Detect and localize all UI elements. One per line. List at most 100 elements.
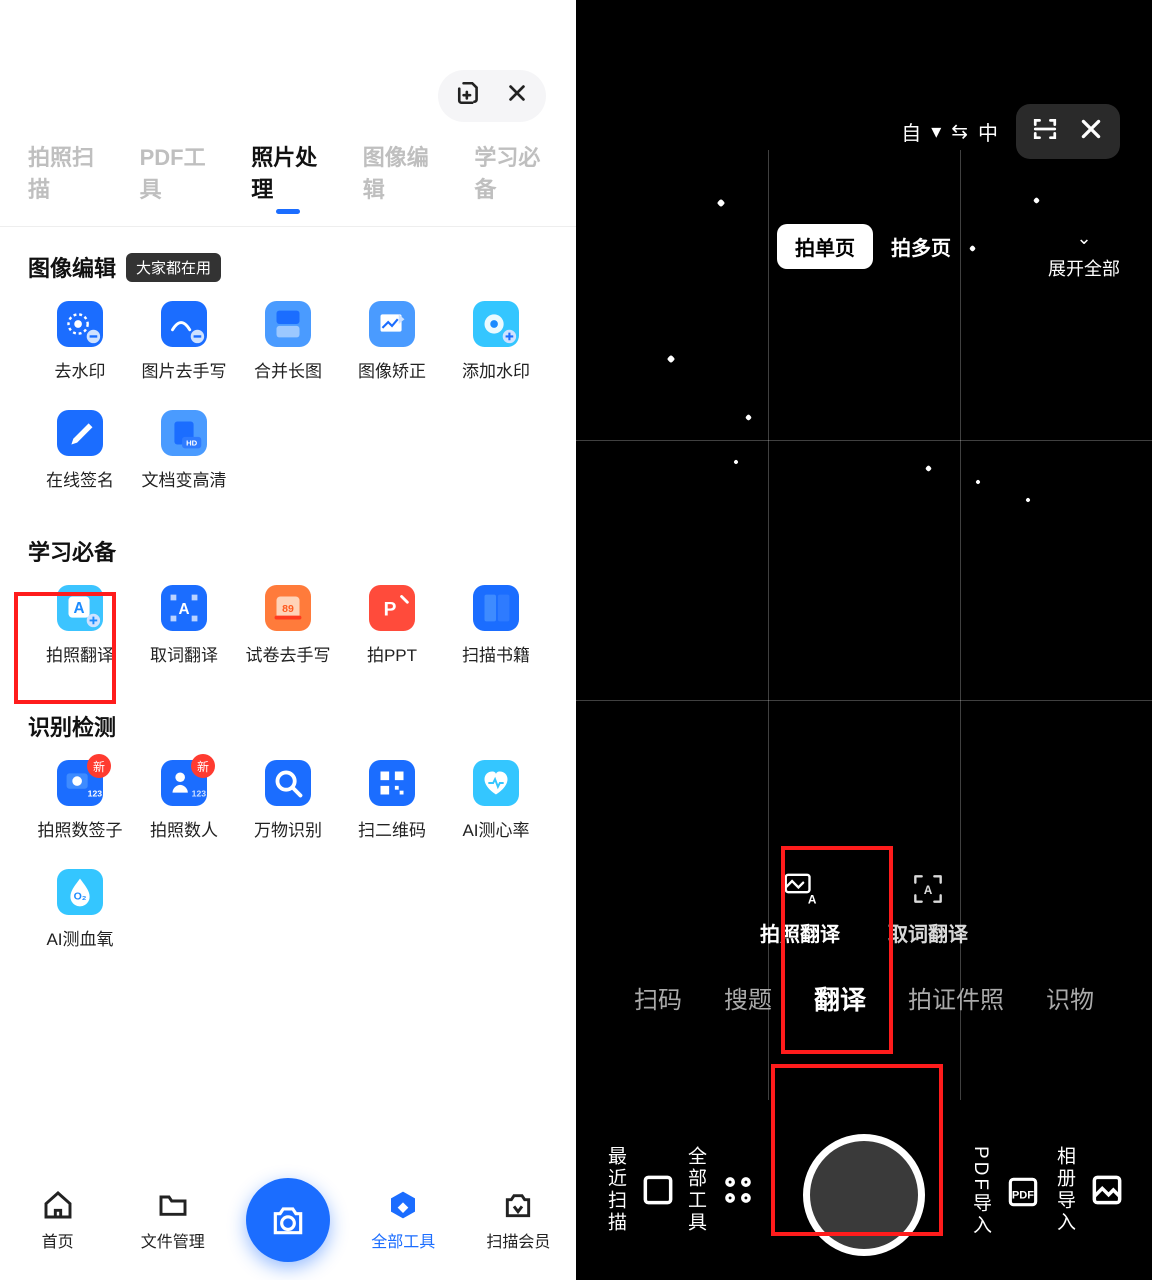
section-grid: A 拍照翻译 A 取词翻译 89 试卷去手写 P 拍PPT <box>28 585 548 666</box>
tool-label: 相册导入 <box>1051 1146 1078 1234</box>
section-detect: 识别检测 123 新 拍照数签子 123 新 拍照数人 <box>0 686 576 958</box>
svg-text:A: A <box>178 601 189 618</box>
exam-erase-icon: 89 <box>265 585 311 631</box>
item-word-translate[interactable]: A 取词翻译 <box>132 585 236 666</box>
submode-word-translate[interactable]: A 取词翻译 <box>888 870 968 947</box>
item-label: 拍照翻译 <box>46 641 114 666</box>
item-ai-heart[interactable]: AI测心率 <box>444 760 548 841</box>
nav-home[interactable]: 首页 <box>0 1188 115 1252</box>
item-label: 图像矫正 <box>358 357 426 382</box>
section-image-edit: 图像编辑 大家都在用 去水印 图片去手写 合并长图 <box>0 227 576 499</box>
item-remove-watermark[interactable]: 去水印 <box>28 301 132 382</box>
camera-top-bar: 自 ▾ ⇆ 中 <box>901 104 1120 159</box>
svg-text:PDF: PDF <box>1012 1189 1034 1201</box>
item-label: 拍照数签子 <box>38 816 123 841</box>
item-label: 扫二维码 <box>358 816 426 841</box>
item-label: 添加水印 <box>462 357 530 382</box>
section-head: 识别检测 <box>28 710 548 742</box>
item-exam-erase[interactable]: 89 试卷去手写 <box>236 585 340 666</box>
item-shoot-ppt[interactable]: P 拍PPT <box>340 585 444 666</box>
tab-pdf[interactable]: PDF工具 <box>140 140 214 212</box>
item-merge-long[interactable]: 合并长图 <box>236 301 340 382</box>
nav-camera-fab[interactable] <box>230 1178 345 1262</box>
item-scan-book[interactable]: 扫描书籍 <box>444 585 548 666</box>
item-count-people[interactable]: 123 新 拍照数人 <box>132 760 236 841</box>
item-label: AI测心率 <box>462 816 529 841</box>
svg-text:A: A <box>74 600 85 617</box>
svg-text:123: 123 <box>88 788 103 798</box>
left-top-bar <box>0 0 576 140</box>
cat-translate[interactable]: 翻译 <box>814 980 866 1017</box>
svg-text:A: A <box>808 892 817 906</box>
tool-recent-scan[interactable]: 最近扫描 <box>602 1146 677 1234</box>
item-image-correct[interactable]: 图像矫正 <box>340 301 444 382</box>
nav-files[interactable]: 文件管理 <box>115 1188 230 1252</box>
tool-pdf-import[interactable]: PDF导入 PDF <box>967 1146 1042 1237</box>
add-page-icon[interactable] <box>456 80 482 112</box>
nav-label: 全部工具 <box>371 1228 435 1252</box>
signature-icon <box>57 410 103 456</box>
submode-photo-translate[interactable]: A 拍照翻译 <box>760 870 840 947</box>
cat-scan-code[interactable]: 扫码 <box>634 980 682 1017</box>
item-online-sign[interactable]: 在线签名 <box>28 410 132 491</box>
item-thing-search[interactable]: 万物识别 <box>236 760 340 841</box>
nav-scan-vip[interactable]: 扫描会员 <box>461 1188 576 1252</box>
section-head: 学习必备 <box>28 535 548 567</box>
tab-scan[interactable]: 拍照扫描 <box>28 140 102 212</box>
expand-all[interactable]: ⌄ 展开全部 <box>1048 228 1120 281</box>
item-remove-handwriting[interactable]: 图片去手写 <box>132 301 236 382</box>
item-count-sticks[interactable]: 123 新 拍照数签子 <box>28 760 132 841</box>
category-row: 扫码 搜题 翻译 拍证件照 识物 <box>576 980 1152 1017</box>
recent-icon <box>639 1171 677 1209</box>
item-photo-translate[interactable]: A 拍照翻译 <box>28 585 132 666</box>
mode-multi-page[interactable]: 拍多页 <box>891 232 951 261</box>
top-actions-pill <box>438 70 546 122</box>
camera-top-pill <box>1016 104 1120 159</box>
svg-text:A: A <box>924 883 933 897</box>
item-label: 去水印 <box>55 357 106 382</box>
viewfinder-icon[interactable] <box>1032 116 1058 147</box>
item-label: 试卷去手写 <box>246 641 331 666</box>
nav-all-tools[interactable]: 全部工具 <box>346 1188 461 1252</box>
shutter-button[interactable] <box>803 1134 925 1256</box>
ppt-icon: P <box>369 585 415 631</box>
item-ai-oxygen[interactable]: O₂ AI测血氧 <box>28 869 132 950</box>
tool-label: PDF导入 <box>967 1146 994 1237</box>
camera-fab-icon <box>246 1178 330 1262</box>
svg-text:O₂: O₂ <box>74 891 87 903</box>
close-icon[interactable] <box>1078 116 1104 147</box>
tool-label: 全部工具 <box>682 1146 709 1234</box>
item-add-watermark[interactable]: 添加水印 <box>444 301 548 382</box>
section-grid: 123 新 拍照数签子 123 新 拍照数人 万物识别 <box>28 760 548 950</box>
item-scan-qr[interactable]: 扫二维码 <box>340 760 444 841</box>
sub-mode-row: A 拍照翻译 A 取词翻译 <box>576 870 1152 947</box>
tab-image-edit[interactable]: 图像编辑 <box>363 140 437 212</box>
count-sticks-icon: 123 新 <box>57 760 103 806</box>
tool-all-tools[interactable]: 全部工具 <box>682 1146 757 1234</box>
tab-study[interactable]: 学习必备 <box>474 140 548 212</box>
nav-label: 首页 <box>42 1228 74 1252</box>
mode-single-page[interactable]: 拍单页 <box>777 224 873 269</box>
close-icon[interactable] <box>506 82 528 110</box>
lang-selector[interactable]: 自 ▾ ⇆ 中 <box>901 117 998 146</box>
cat-recognize[interactable]: 识物 <box>1046 980 1094 1017</box>
camera-panel: 自 ▾ ⇆ 中 拍单页 拍多页 ⌄ 展开全部 <box>576 0 1152 1280</box>
tab-photo-process[interactable]: 照片处理 <box>251 140 325 212</box>
left-panel: 拍照扫描 PDF工具 照片处理 图像编辑 学习必备 图像编辑 大家都在用 去水印… <box>0 0 576 1280</box>
item-doc-hd[interactable]: HD 文档变高清 <box>132 410 236 491</box>
word-trans-icon: A <box>161 585 207 631</box>
bottom-nav: 首页 文件管理 全部工具 扫描会员 <box>0 1160 576 1280</box>
tabs-row: 拍照扫描 PDF工具 照片处理 图像编辑 学习必备 <box>0 140 576 227</box>
item-label: 图片去手写 <box>142 357 227 382</box>
page-mode-pills: 拍单页 拍多页 <box>777 224 951 269</box>
item-label: 拍照数人 <box>150 816 218 841</box>
qr-icon <box>369 760 415 806</box>
lang-from: 自 <box>901 117 921 146</box>
cat-search-q[interactable]: 搜题 <box>724 980 772 1017</box>
cat-id-photo[interactable]: 拍证件照 <box>908 980 1004 1017</box>
album-icon <box>1088 1171 1126 1209</box>
tool-album-import[interactable]: 相册导入 <box>1051 1146 1126 1234</box>
photo-fix-icon <box>369 301 415 347</box>
section-title: 识别检测 <box>28 710 116 742</box>
submode-label: 拍照翻译 <box>760 918 840 947</box>
